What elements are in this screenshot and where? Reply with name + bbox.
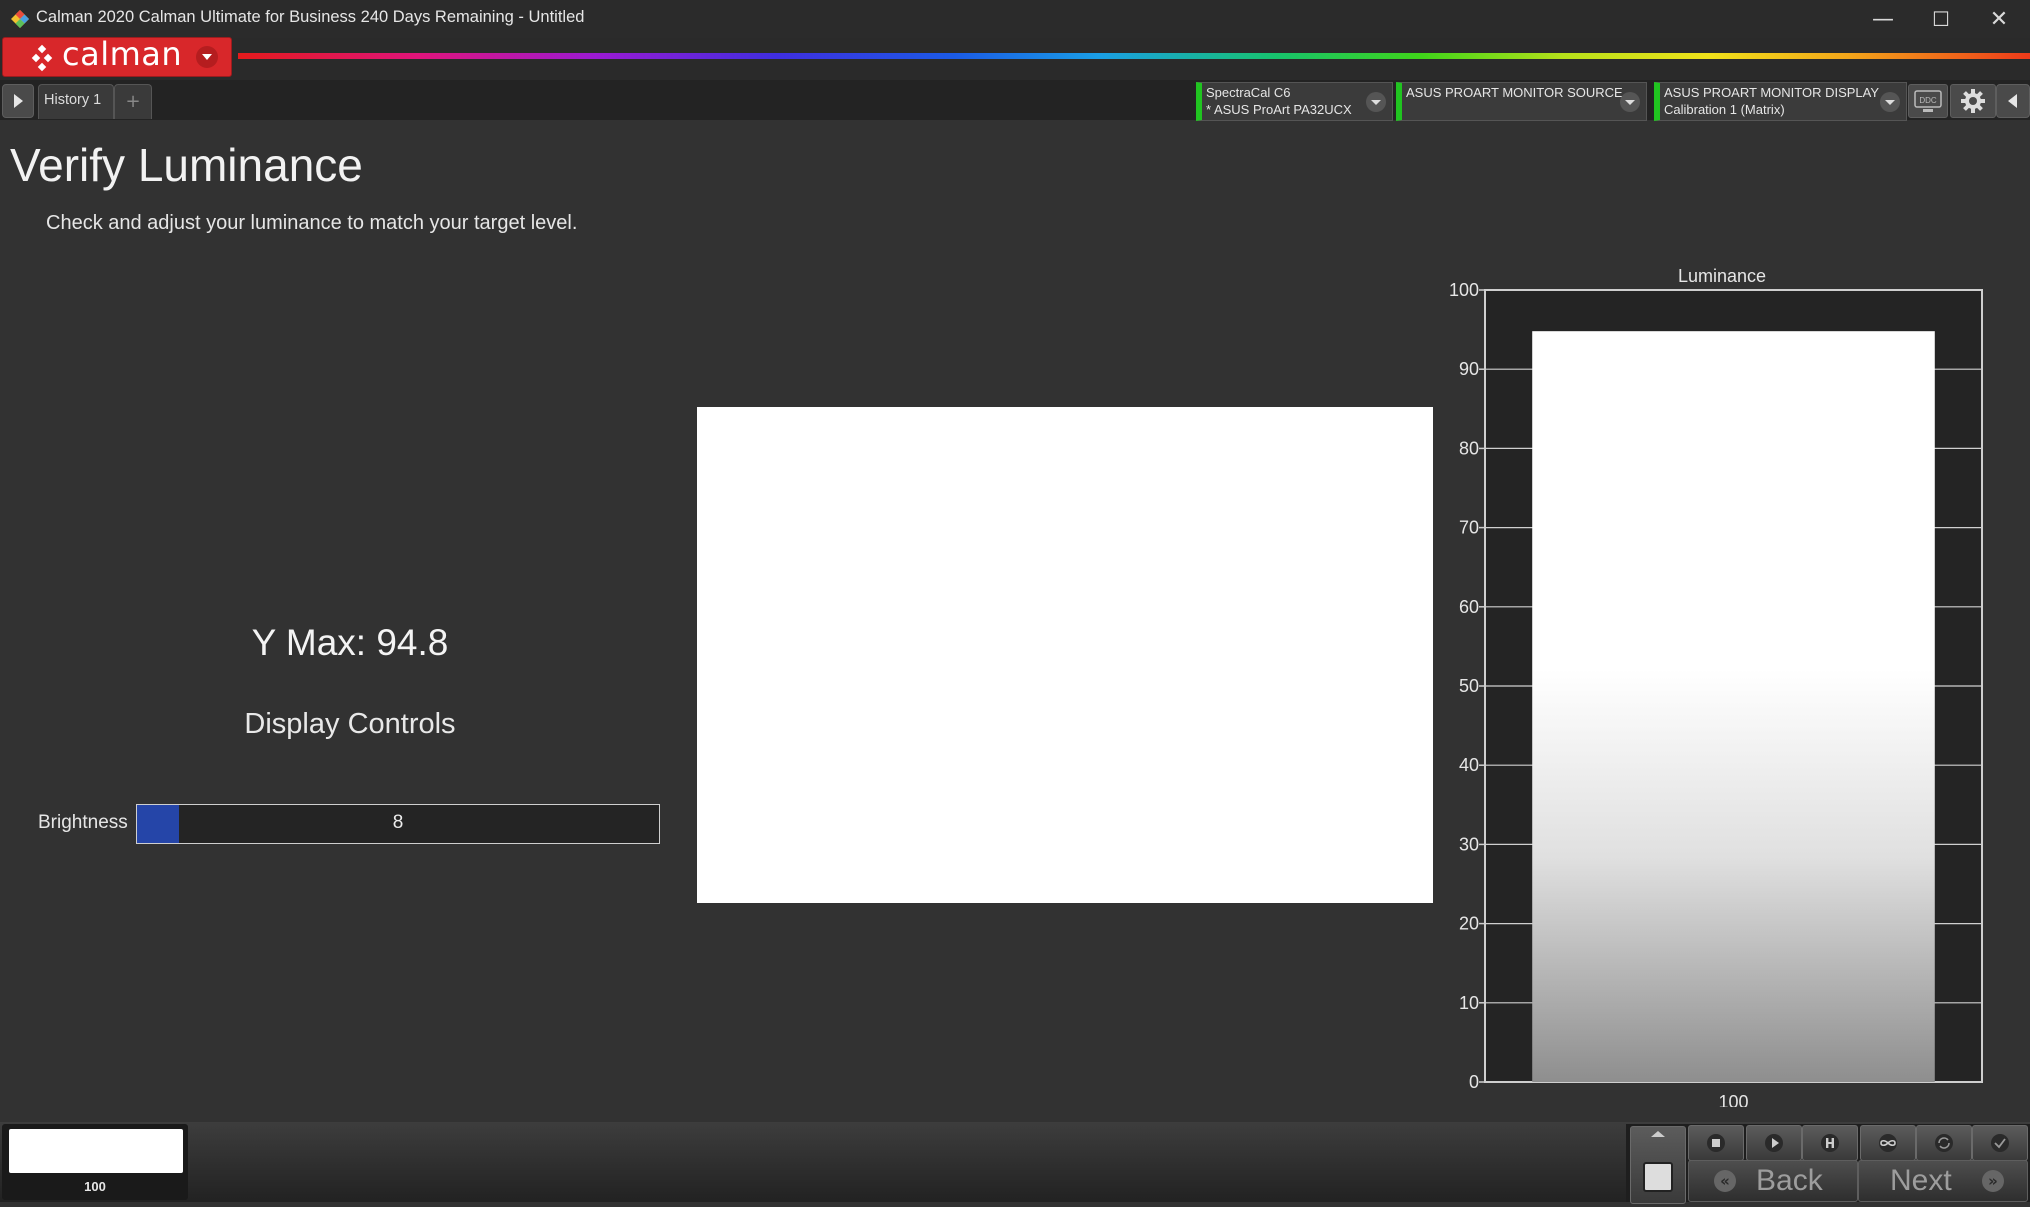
rainbow-divider bbox=[238, 53, 2030, 59]
y-tick-label: 90 bbox=[1459, 359, 1479, 379]
test-patch bbox=[697, 407, 1433, 903]
accept-button[interactable] bbox=[1972, 1125, 2028, 1161]
back-label: Back bbox=[1756, 1164, 1823, 1197]
expand-sidebar-button[interactable] bbox=[2, 84, 34, 118]
y-axis: 0 10 20 30 40 50 60 70 80 90 100 bbox=[1449, 280, 1485, 1092]
y-tick-label: 30 bbox=[1459, 834, 1479, 854]
close-button[interactable]: ✕ bbox=[1970, 0, 2028, 38]
chevron-down-icon[interactable] bbox=[1880, 92, 1900, 112]
calman-logo-text: calman bbox=[62, 35, 183, 73]
x-axis: 100 bbox=[1718, 1092, 1748, 1107]
chevron-down-icon bbox=[202, 54, 212, 60]
minimize-button[interactable]: — bbox=[1854, 0, 1912, 38]
calman-logo-icon bbox=[31, 44, 53, 72]
y-tick-label: 20 bbox=[1459, 914, 1479, 934]
luminance-bar bbox=[1532, 331, 1935, 1083]
y-tick-label: 0 bbox=[1469, 1072, 1479, 1092]
brand-row bbox=[0, 38, 2030, 80]
calman-app-icon bbox=[11, 10, 29, 28]
hold-icon bbox=[1821, 1134, 1839, 1152]
refresh-icon bbox=[1935, 1134, 1953, 1152]
play-icon bbox=[14, 94, 23, 108]
chevron-down-icon[interactable] bbox=[1366, 92, 1386, 112]
brightness-value: 8 bbox=[392, 812, 404, 833]
measure-button[interactable] bbox=[1746, 1125, 1802, 1161]
y-tick-label: 60 bbox=[1459, 597, 1479, 617]
x-tick-label: 100 bbox=[1718, 1092, 1748, 1107]
display-selector[interactable]: ASUS PROART MONITOR DISPLAY Calibration … bbox=[1654, 82, 1907, 121]
gear-icon bbox=[1961, 89, 1985, 113]
chart-title: Luminance bbox=[1678, 266, 1766, 286]
brightness-label: Brightness bbox=[38, 812, 128, 833]
hold-button[interactable] bbox=[1802, 1125, 1858, 1161]
add-tab-button[interactable]: + bbox=[114, 84, 152, 119]
settings-button[interactable] bbox=[1950, 84, 1996, 118]
luminance-chart: Luminance 0 10 20 30 40 50 60 70 80 90 100 100 bbox=[1449, 266, 1983, 1107]
y-tick-label: 100 bbox=[1449, 280, 1479, 300]
stop-button[interactable] bbox=[1688, 1125, 1744, 1161]
page-title: Verify Luminance bbox=[10, 139, 363, 191]
chevron-left-icon bbox=[2008, 94, 2017, 108]
ddc-button[interactable]: DDC bbox=[1908, 84, 1948, 118]
infinity-icon bbox=[1879, 1134, 1897, 1152]
chevron-down-icon[interactable] bbox=[1620, 92, 1640, 112]
checkmark-icon bbox=[1991, 1134, 2009, 1152]
y-tick-label: 40 bbox=[1459, 755, 1479, 775]
y-max-readout: Y Max: 94.8 bbox=[251, 622, 449, 663]
chart-bars bbox=[1532, 331, 1935, 1083]
y-tick-label: 70 bbox=[1459, 518, 1479, 538]
patch-thumbnail[interactable] bbox=[9, 1129, 183, 1173]
source-selector[interactable]: ASUS PROART MONITOR SOURCE bbox=[1396, 82, 1647, 121]
y-tick-label: 50 bbox=[1459, 676, 1479, 696]
double-chevron-right-icon: » bbox=[1982, 1170, 2004, 1192]
patch-window-button[interactable] bbox=[1630, 1126, 1686, 1204]
page-subtitle: Check and adjust your luminance to match… bbox=[46, 212, 578, 234]
meter-selector[interactable]: SpectraCal C6 * ASUS ProArt PA32UCX bbox=[1196, 82, 1393, 121]
ddc-label: DDC bbox=[1919, 96, 1937, 105]
patch-window-icon bbox=[1643, 1131, 1673, 1192]
stop-icon bbox=[1707, 1134, 1725, 1152]
display-calibration: Calibration 1 (Matrix) bbox=[1664, 102, 1785, 117]
meter-target: * ASUS ProArt PA32UCX bbox=[1206, 102, 1352, 117]
display-name: ASUS PROART MONITOR DISPLAY bbox=[1664, 85, 1880, 100]
calman-menu-dropdown[interactable] bbox=[196, 46, 218, 68]
y-tick-label: 10 bbox=[1459, 993, 1479, 1013]
meter-name: SpectraCal C6 bbox=[1206, 85, 1291, 100]
display-controls-title: Display Controls bbox=[244, 708, 456, 740]
double-chevron-left-icon: « bbox=[1714, 1170, 1736, 1192]
y-tick-label: 80 bbox=[1459, 438, 1479, 458]
tab-label: History 1 bbox=[44, 92, 102, 108]
source-name: ASUS PROART MONITOR SOURCE bbox=[1406, 85, 1623, 100]
patch-thumbnail-label: 100 bbox=[84, 1179, 106, 1194]
maximize-button[interactable]: ☐ bbox=[1912, 0, 1970, 38]
next-label: Next bbox=[1890, 1164, 1952, 1197]
play-icon bbox=[1765, 1134, 1783, 1152]
refresh-button[interactable] bbox=[1916, 1125, 1972, 1161]
continuous-button[interactable] bbox=[1860, 1125, 1916, 1161]
collapse-panel-button[interactable] bbox=[1996, 84, 2030, 118]
monitor-icon: DDC bbox=[1914, 90, 1942, 112]
window-title: Calman 2020 Calman Ultimate for Business… bbox=[36, 8, 585, 26]
